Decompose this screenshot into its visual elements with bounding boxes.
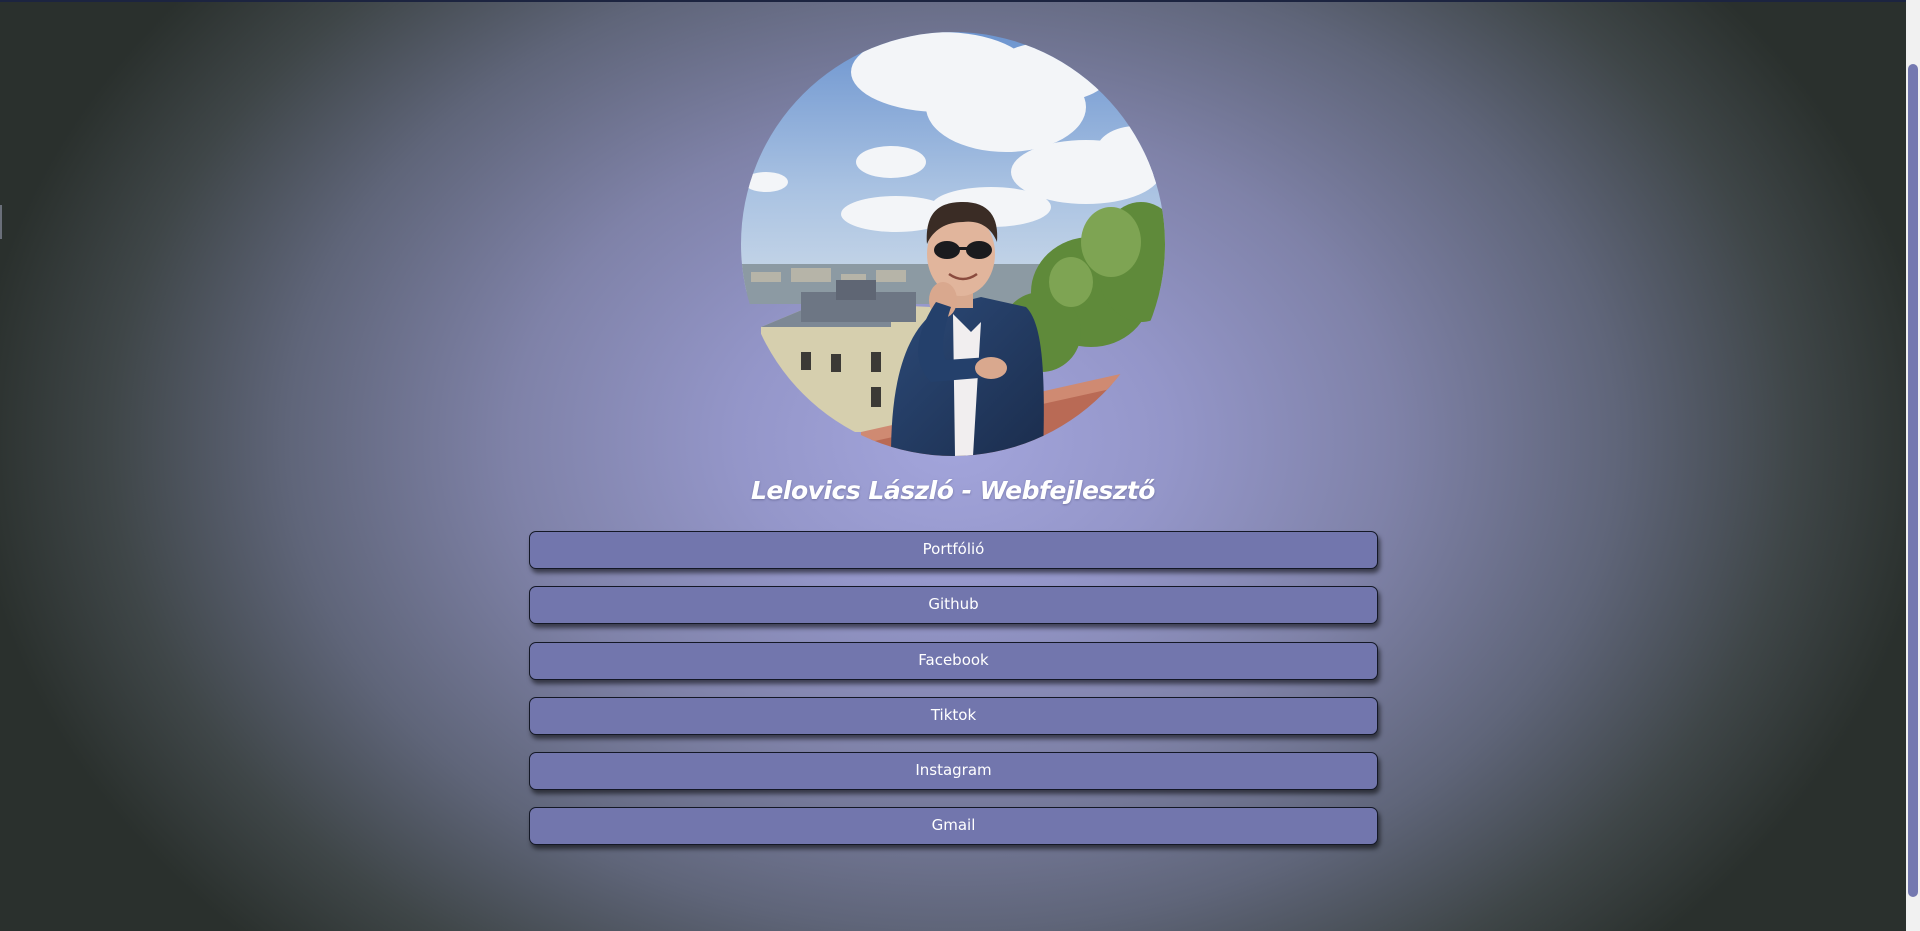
page-background: Lelovics László - Webfejlesztő Portfólió… — [0, 0, 1906, 931]
vertical-scrollbar[interactable] — [1906, 0, 1920, 931]
profile-photo — [741, 32, 1165, 456]
edge-marker — [0, 205, 2, 239]
gmail-button[interactable]: Gmail — [529, 807, 1378, 846]
scrollbar-thumb[interactable] — [1908, 64, 1918, 897]
github-button[interactable]: Github — [529, 586, 1378, 625]
page-title: Lelovics László - Webfejlesztő — [751, 476, 1155, 505]
tiktok-button[interactable]: Tiktok — [529, 696, 1378, 735]
top-border — [0, 0, 1906, 2]
instagram-button[interactable]: Instagram — [529, 752, 1378, 791]
portfolio-button[interactable]: Portfólió — [529, 531, 1378, 569]
facebook-button[interactable]: Facebook — [529, 641, 1378, 680]
link-list: Portfólió Github Facebook Tiktok Instagr… — [529, 531, 1378, 863]
